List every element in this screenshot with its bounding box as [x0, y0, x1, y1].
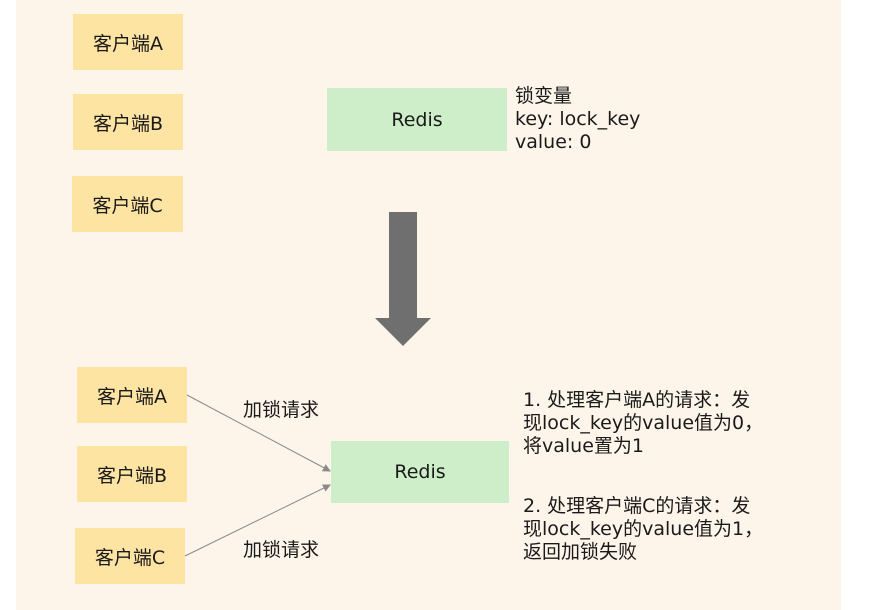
big-down-arrow	[375, 212, 431, 346]
connector-client-a-to-redis	[186, 394, 331, 472]
arrows-layer	[184, 212, 431, 557]
connector-client-c-to-redis	[184, 484, 331, 557]
